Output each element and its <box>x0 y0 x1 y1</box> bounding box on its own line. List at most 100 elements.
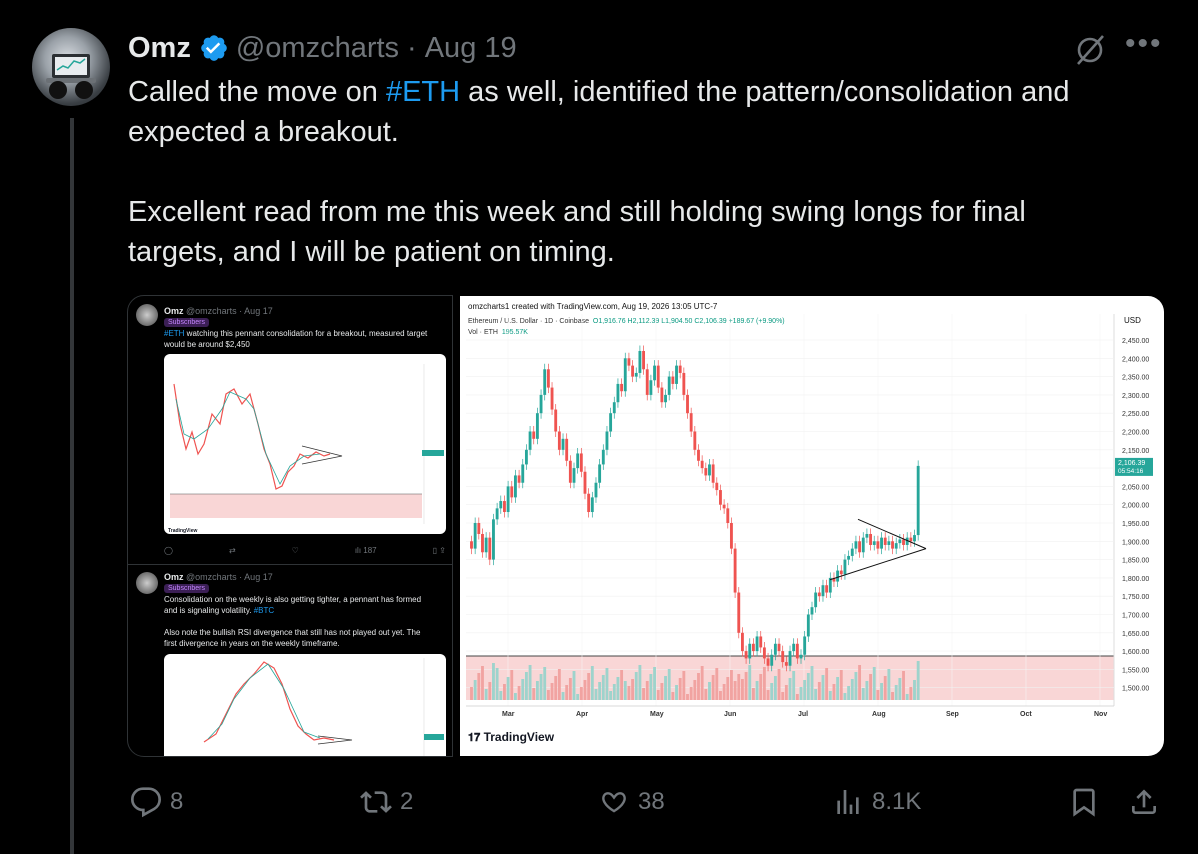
volume-bar <box>506 677 510 700</box>
candle-body <box>653 365 656 381</box>
volume-bar <box>616 677 620 700</box>
candle-body <box>627 358 631 366</box>
candle-body <box>513 475 517 498</box>
candle-body <box>671 376 675 384</box>
volume-bar <box>477 673 481 700</box>
volume-bar <box>858 665 862 700</box>
price-tick-label: 2,050.00 <box>1122 484 1149 491</box>
author-handle[interactable]: @omzcharts <box>236 32 399 65</box>
volume-bar <box>902 671 905 700</box>
volume-bar <box>744 672 748 700</box>
repost-button[interactable]: 2 <box>360 782 413 822</box>
volume-bar <box>909 687 913 700</box>
time-tick-label: Oct <box>1020 711 1032 718</box>
volume-bar <box>612 684 616 700</box>
volume-bar <box>755 681 759 700</box>
price-tick-label: 1,900.00 <box>1122 539 1149 546</box>
volume-bar <box>470 687 473 700</box>
volume-bar <box>484 689 488 700</box>
candle-body <box>773 643 777 655</box>
volume-bar <box>799 687 803 700</box>
price-tick-label: 1,800.00 <box>1122 576 1149 583</box>
volume-bar <box>539 674 543 700</box>
volume-bar <box>711 675 715 700</box>
candle-body <box>784 662 788 666</box>
candle-body <box>916 465 920 536</box>
candle-body <box>682 372 686 395</box>
candle-body <box>902 539 905 545</box>
volume-bar <box>473 680 477 700</box>
candle-body <box>697 449 700 461</box>
tweet-text-line-1: Called the move on #ETH as well, identif… <box>128 76 1070 108</box>
volume-bar <box>557 669 561 700</box>
volume-bar <box>535 681 539 700</box>
volume-bar <box>598 682 602 700</box>
volume-bar <box>865 681 869 700</box>
media-image-quoted-tweets[interactable]: Omz @omzcharts · Aug 17 Subscribers #ETH… <box>127 295 453 757</box>
share-button[interactable] <box>1128 782 1160 822</box>
volume-bar <box>510 670 514 700</box>
price-tick-label: 2,000.00 <box>1122 503 1149 510</box>
candle-body <box>880 537 883 549</box>
candle-body <box>700 460 704 469</box>
bookmark-button[interactable] <box>1068 782 1100 822</box>
tweet-date[interactable]: Aug 19 <box>425 32 517 65</box>
volume-bar <box>916 661 920 700</box>
candle-body <box>524 449 528 465</box>
price-tick-label: 2,400.00 <box>1122 356 1149 363</box>
volume-bar <box>708 682 711 700</box>
bar-countdown-label: 05:54:16 <box>1118 468 1144 475</box>
candle-body <box>751 643 755 652</box>
reply-button[interactable]: 8 <box>130 782 183 822</box>
time-tick-label: Nov <box>1094 711 1107 718</box>
candle-body <box>678 365 682 373</box>
volume-bar <box>861 688 865 700</box>
volume-bar <box>664 676 667 700</box>
tradingview-logo: 𝟏𝟕 TradingView <box>468 730 555 744</box>
candle-body <box>869 533 873 545</box>
candle-body <box>557 431 561 450</box>
candle-body <box>623 358 627 392</box>
views-button[interactable]: 8.1K <box>832 782 921 822</box>
volume-bar <box>766 690 770 700</box>
verified-badge-icon[interactable] <box>199 33 229 63</box>
volume-bar <box>781 692 785 700</box>
price-tick-label: 1,650.00 <box>1122 631 1149 638</box>
candle-body <box>748 643 752 659</box>
subscribers-badge: Subscribers <box>164 584 209 593</box>
candle-body <box>609 413 613 432</box>
hashtag-link[interactable]: #ETH <box>386 76 460 108</box>
candle-body <box>634 372 638 377</box>
volume-bar <box>715 668 719 700</box>
author-display-name[interactable]: Omz <box>128 32 191 65</box>
like-count: 38 <box>638 788 665 815</box>
candle-body <box>554 409 558 432</box>
volume-bar <box>836 677 840 700</box>
volume-bar <box>689 687 693 700</box>
mini-body: Consolidation on the weekly is also gett… <box>164 595 422 648</box>
candle-body <box>898 539 902 544</box>
price-tick-label: 2,450.00 <box>1122 338 1149 345</box>
volume-bar <box>700 666 704 700</box>
candle-body <box>645 369 649 395</box>
candle-body <box>506 486 510 513</box>
candle-body <box>726 508 730 523</box>
more-icon[interactable]: ••• <box>1125 29 1165 60</box>
author-avatar[interactable] <box>32 28 110 106</box>
volume-bar <box>693 680 697 700</box>
volume-bar <box>605 668 609 700</box>
candle-body <box>722 504 726 509</box>
like-button[interactable]: 38 <box>598 782 665 822</box>
candle-body <box>704 468 708 476</box>
volume-bar <box>810 666 814 700</box>
candle-body <box>876 541 880 549</box>
views-count: 8.1K <box>872 788 922 815</box>
reply-icon <box>130 787 161 818</box>
candle-body <box>913 535 916 542</box>
volume-bar <box>722 684 726 700</box>
candle-body <box>777 643 781 652</box>
media-image-tradingview-chart[interactable]: omzcharts1 created with TradingView.com,… <box>460 296 1164 756</box>
candle-body <box>495 508 499 520</box>
volume-bar <box>645 681 649 700</box>
grok-icon[interactable] <box>1072 32 1108 68</box>
